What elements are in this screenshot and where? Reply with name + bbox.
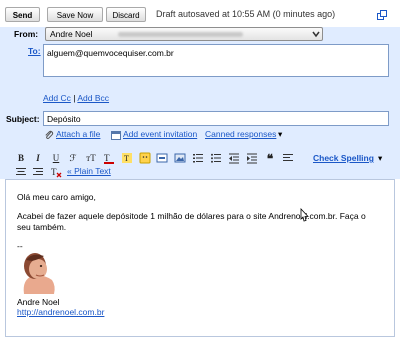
from-label: From:	[14, 29, 39, 39]
align-left-icon[interactable]	[282, 152, 294, 164]
svg-text:T: T	[51, 167, 57, 177]
paperclip-icon	[45, 130, 54, 140]
discard-button[interactable]: Discard	[106, 7, 146, 22]
chevron-down-icon	[312, 31, 320, 38]
add-cc-link[interactable]: Add Cc	[43, 93, 71, 103]
to-field[interactable]: alguem@quemvocequiser.com.br	[43, 44, 389, 77]
italic-icon[interactable]: I	[32, 152, 44, 164]
font-size-icon[interactable]: ᴛT	[85, 152, 97, 164]
remove-formatting-icon[interactable]: T	[50, 166, 62, 178]
align-center-icon[interactable]	[15, 166, 27, 178]
svg-text:T: T	[124, 154, 129, 163]
to-label[interactable]: To:	[28, 46, 41, 56]
subject-value: Depósito	[47, 114, 81, 124]
signature-link[interactable]: http://andrenoel.com.br	[17, 307, 104, 317]
bold-icon[interactable]: B	[15, 152, 27, 164]
canned-responses-link[interactable]: Canned responses	[205, 129, 276, 139]
body-greeting: Olá meu caro amigo,	[17, 192, 96, 202]
quote-icon[interactable]: ❝	[264, 152, 276, 166]
save-now-button[interactable]: Save Now	[47, 7, 103, 22]
spell-dropdown-icon[interactable]: ▾	[378, 153, 382, 164]
cc-bcc-separator: |	[73, 93, 76, 103]
svg-text:T: T	[104, 153, 110, 163]
to-value: alguem@quemvocequiser.com.br	[47, 48, 174, 58]
numbered-list-icon[interactable]	[192, 152, 204, 164]
body-line1: Acabei de fazer aquele depósitode 1 milh…	[17, 211, 366, 221]
text-color-icon[interactable]: T	[103, 152, 115, 164]
font-icon[interactable]: ℱ	[67, 152, 79, 164]
link-icon[interactable]	[156, 152, 168, 164]
subject-label: Subject:	[6, 114, 40, 124]
bulleted-list-icon[interactable]	[210, 152, 222, 164]
top-toolbar: Send Save Now Discard Draft autosaved at…	[0, 0, 400, 27]
subject-field[interactable]: Depósito	[43, 111, 389, 126]
highlight-icon[interactable]: T	[121, 152, 133, 164]
attach-file-link[interactable]: Attach a file	[56, 129, 100, 139]
plain-text-link[interactable]: « Plain Text	[67, 166, 111, 176]
image-icon[interactable]	[174, 152, 186, 164]
signature-name: Andre Noel	[17, 297, 60, 307]
message-body[interactable]: Olá meu caro amigo, Acabei de fazer aque…	[5, 179, 395, 337]
from-value: Andre Noel	[50, 29, 93, 39]
add-event-link[interactable]: Add event invitation	[123, 129, 197, 139]
from-select[interactable]: Andre Noel	[45, 27, 323, 41]
popout-icon[interactable]	[377, 10, 387, 20]
mouse-cursor-icon	[300, 208, 309, 222]
canned-dropdown-icon[interactable]: ▾	[278, 129, 282, 140]
emoticon-icon[interactable]	[139, 152, 151, 164]
add-bcc-link[interactable]: Add Bcc	[77, 93, 109, 103]
body-line2: seu também.	[17, 222, 67, 232]
indent-less-icon[interactable]	[228, 152, 240, 164]
autosave-status: Draft autosaved at 10:55 AM (0 minutes a…	[156, 9, 336, 19]
check-spelling-link[interactable]: Check Spelling	[313, 153, 374, 163]
send-button[interactable]: Send	[5, 7, 40, 22]
from-email-blurred	[118, 32, 243, 37]
add-cc-bcc: Add Cc | Add Bcc	[43, 93, 109, 103]
avatar	[23, 253, 55, 294]
indent-more-icon[interactable]	[246, 152, 258, 164]
calendar-icon	[111, 131, 121, 140]
underline-icon[interactable]: U	[50, 152, 62, 164]
align-right-icon[interactable]	[32, 166, 44, 178]
